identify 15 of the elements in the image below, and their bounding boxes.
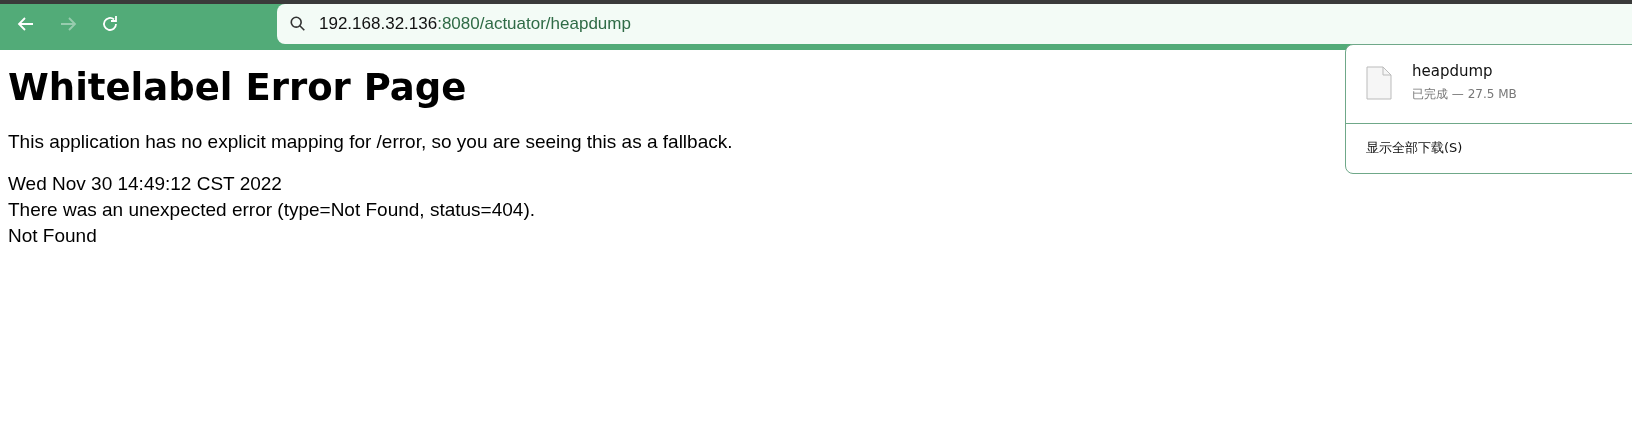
url-path: :8080/actuator/heapdump	[437, 14, 631, 33]
address-bar[interactable]: 192.168.32.136:8080/actuator/heapdump	[277, 4, 1632, 44]
error-detail: Wed Nov 30 14:49:12 CST 2022	[8, 172, 282, 196]
download-status: 已完成 — 27.5 MB	[1412, 86, 1517, 103]
search-icon	[289, 15, 307, 33]
show-all-downloads-link[interactable]: 显示全部下载(S)	[1366, 139, 1463, 157]
reload-icon[interactable]	[100, 14, 120, 34]
page-heading: Whitelabel Error Page	[8, 66, 467, 109]
url-host: 192.168.32.136	[319, 14, 438, 33]
error-message: This application has no explicit mapping for /error, so you are seeing this as a fallback.	[8, 131, 733, 153]
error-detail: There was an unexpected error (type=Not Found, status=404).	[8, 198, 536, 222]
file-icon	[1366, 65, 1392, 100]
download-item[interactable]: heapdump 已完成 — 27.5 MB	[1346, 45, 1632, 117]
file-name: heapdump	[1412, 62, 1494, 80]
error-detail: Not Found	[8, 224, 97, 248]
